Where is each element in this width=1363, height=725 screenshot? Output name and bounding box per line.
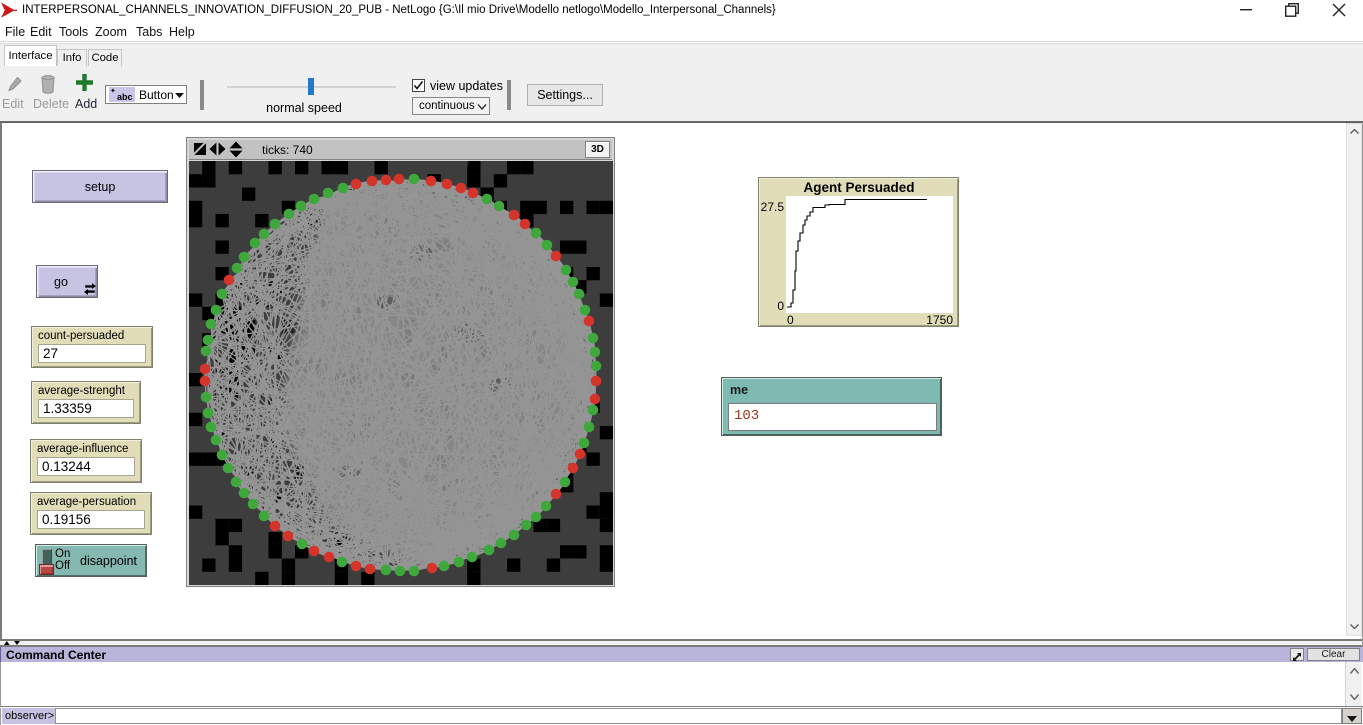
- svg-text:Agent Persuaded: Agent Persuaded: [803, 180, 914, 195]
- svg-text:1750: 1750: [926, 313, 953, 326]
- svg-text:0: 0: [787, 313, 794, 326]
- svg-text:0: 0: [777, 299, 784, 313]
- svg-text:27.5: 27.5: [761, 200, 785, 214]
